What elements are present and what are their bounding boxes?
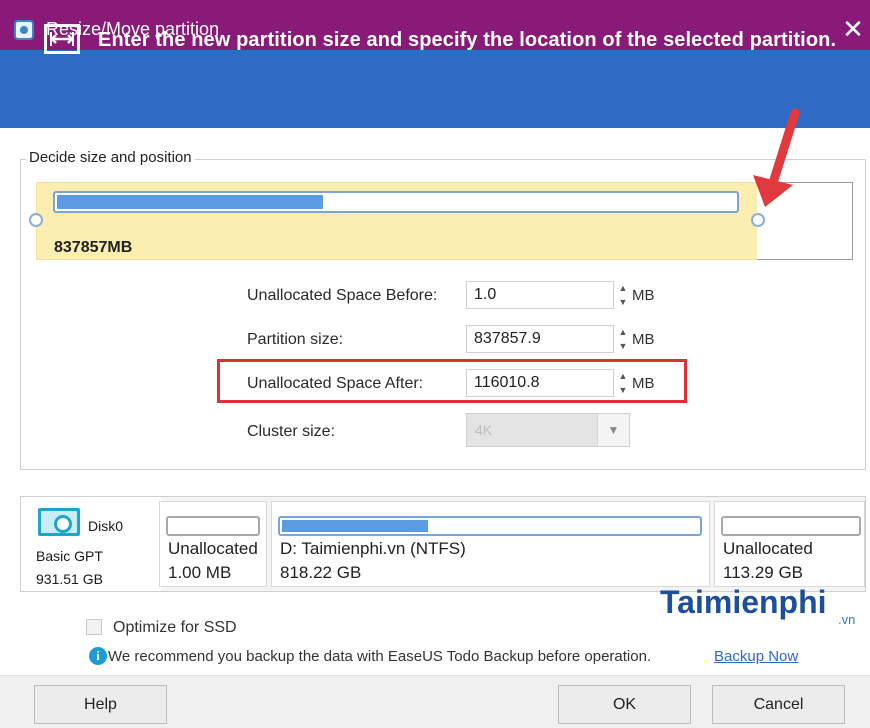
resize-arrows-icon [44,24,80,54]
unalloc-before-spinner[interactable]: ▲ ▼ [617,281,629,309]
segment-name: D: Taimienphi.vn (NTFS) [280,539,466,558]
segment-usage-fill [282,520,428,532]
optimize-ssd-label[interactable]: Optimize for SSD [113,619,237,637]
segment-size: 818.22 GB [280,563,362,582]
segment-usage-bar [166,516,260,536]
backup-now-link[interactable]: Backup Now [714,648,798,665]
chevron-down-icon[interactable]: ▼ [597,414,629,446]
cluster-size-value: 4K [475,422,493,438]
info-text: We recommend you backup the data with Ea… [108,648,652,665]
app-icon [14,20,34,40]
segment-usage-bar [278,516,702,536]
partition-size-spinner[interactable]: ▲ ▼ [617,325,629,353]
red-arrow-annotation [753,108,800,207]
group-legend: Decide size and position [26,149,195,166]
unalloc-before-unit: MB [632,287,655,304]
disk-segment-partition-d[interactable]: D: Taimienphi.vn (NTFS) 818.22 GB [271,501,710,587]
segment-size: 113.29 GB [723,563,804,582]
unalloc-before-label: Unallocated Space Before: [247,287,438,304]
disk-icon [38,508,80,536]
segment-name: Unallocated [723,539,813,558]
help-button[interactable]: Help [34,685,167,724]
watermark-logo: Taimienphi [660,584,827,620]
instruction-banner [0,50,870,128]
segment-name: Unallocated [168,539,258,558]
info-icon: i [89,647,107,665]
partition-size-input[interactable]: 837857.9 [466,325,614,353]
left-resize-handle[interactable] [29,213,43,227]
disk-name: Disk0 [88,518,124,534]
cluster-size-label: Cluster size: [247,423,336,440]
cluster-size-select[interactable]: 4K ▼ [466,413,630,447]
disk-segment-unallocated-before[interactable]: Unallocated 1.00 MB [159,501,267,587]
partition-size-label: Partition size: [247,331,344,348]
partition-size-unit: MB [632,331,655,348]
ok-button[interactable]: OK [558,685,691,724]
segment-size: 1.00 MB [168,563,232,582]
partition-usage-fill [57,195,323,209]
partition-usage-bar [53,191,739,213]
banner-text: Enter the new partition size and specify… [98,29,837,51]
right-resize-handle[interactable] [751,213,765,227]
close-button[interactable]: ✕ [838,14,868,44]
partition-size-text: 837857MB [54,239,133,256]
disk-capacity: 931.51 GB [36,571,103,587]
unalloc-before-input[interactable]: 1.0 [466,281,614,309]
disk-segment-unallocated-after[interactable]: Unallocated 113.29 GB [714,501,865,587]
highlight-box [217,359,687,403]
watermark-suffix: .vn [838,612,856,627]
disk-type: Basic GPT [36,548,103,564]
cancel-button[interactable]: Cancel [712,685,845,724]
segment-usage-bar [721,516,861,536]
optimize-ssd-checkbox[interactable] [86,619,102,635]
